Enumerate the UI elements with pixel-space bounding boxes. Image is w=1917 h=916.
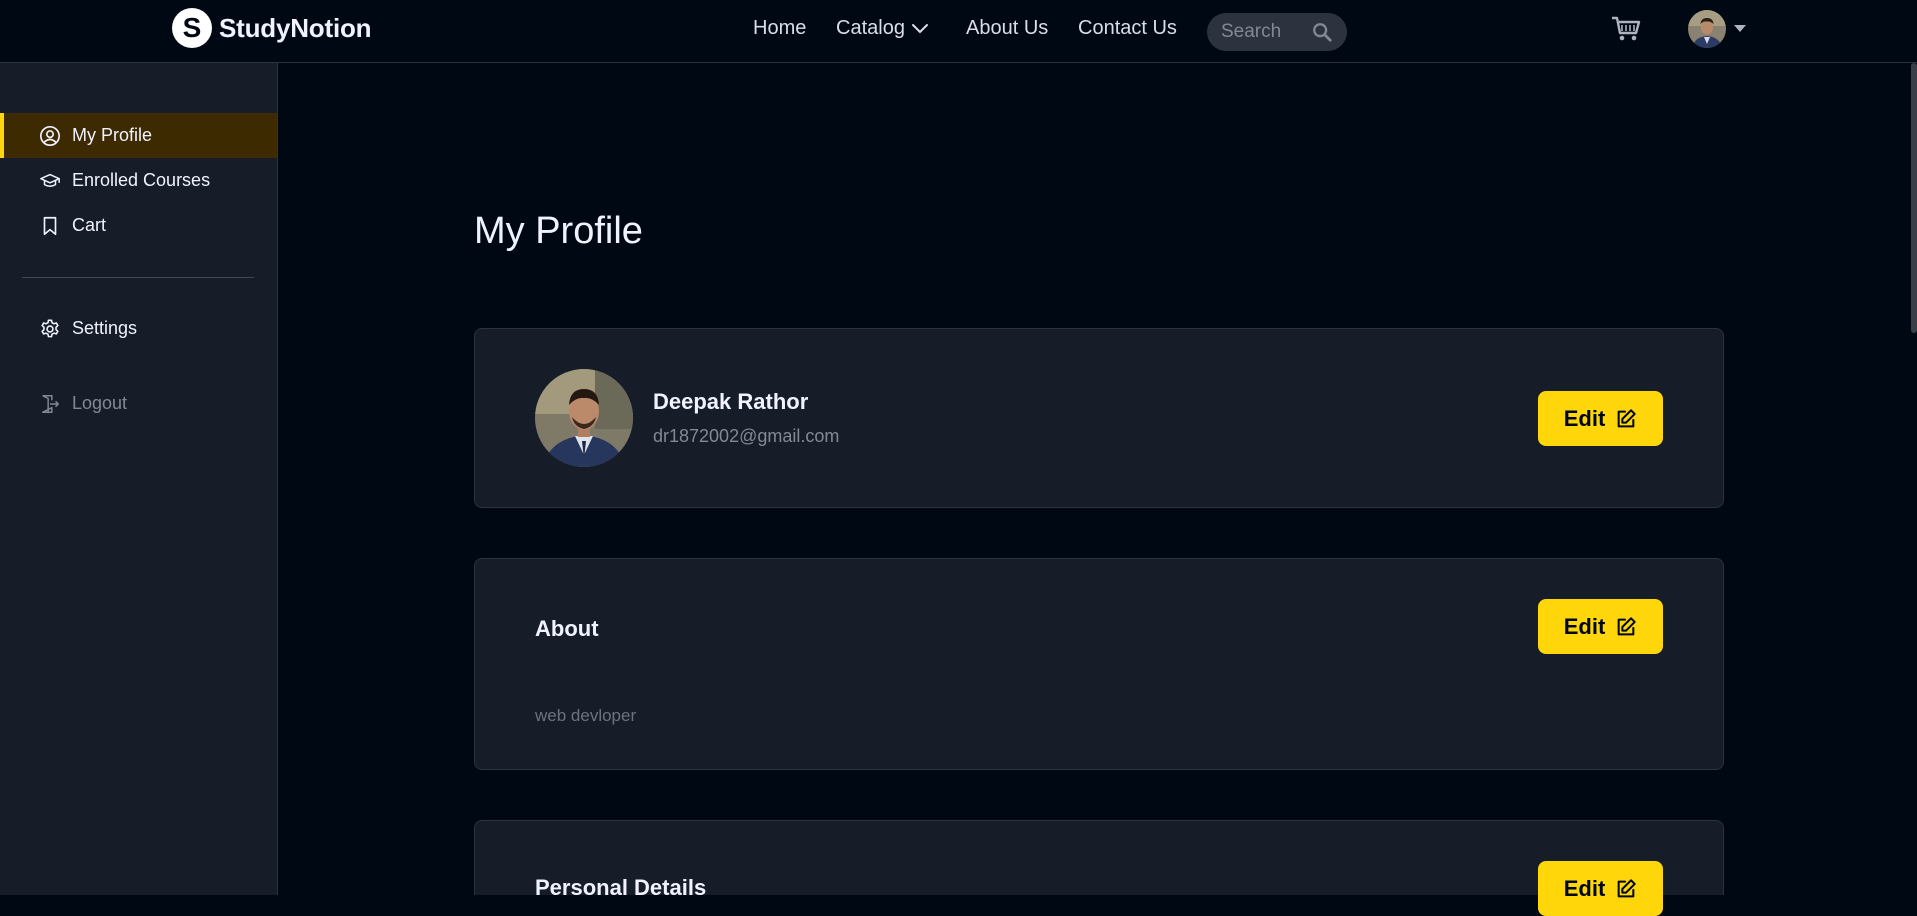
- search-input[interactable]: [1219, 20, 1305, 44]
- edit-about-button[interactable]: Edit: [1538, 599, 1663, 654]
- nav-link-catalog[interactable]: Catalog: [836, 17, 929, 40]
- edit-icon: [1617, 878, 1636, 897]
- sidebar-item-label: Logout: [72, 393, 128, 413]
- personal-details-card: Personal Details Edit: [474, 820, 1724, 916]
- user-email: dr1872002@gmail.com: [653, 426, 840, 446]
- about-title: About: [535, 616, 599, 641]
- nav-link-home[interactable]: Home: [753, 17, 806, 40]
- avatar: [535, 369, 633, 467]
- sidebar: My Profile Enrolled Courses Cart Setting…: [0, 63, 278, 895]
- edit-button-label: Edit: [1563, 875, 1606, 901]
- edit-button-label: Edit: [1563, 613, 1606, 639]
- edit-icon: [1617, 616, 1636, 635]
- logout-icon: [38, 392, 62, 416]
- edit-button-label: Edit: [1563, 405, 1606, 431]
- search-box: [1207, 13, 1347, 51]
- user-name: Deepak Rathor: [653, 389, 809, 414]
- sidebar-item-label: Enrolled Courses: [72, 170, 211, 190]
- avatar: [1688, 10, 1726, 48]
- bookmark-icon: [38, 214, 62, 238]
- profile-dropdown[interactable]: [1688, 10, 1746, 48]
- logo-mark-icon: S: [172, 8, 212, 48]
- user-circle-icon: [38, 124, 62, 148]
- sidebar-item-label: Settings: [72, 318, 138, 338]
- chevron-down-icon: [911, 23, 928, 33]
- personal-details-title: Personal Details: [535, 875, 707, 900]
- sidebar-item-label: Cart: [72, 215, 107, 235]
- sidebar-item-my-profile[interactable]: My Profile: [0, 113, 277, 158]
- top-navbar: S StudyNotion Home Catalog About Us Cont…: [0, 0, 1917, 63]
- sidebar-item-settings[interactable]: Settings: [0, 306, 277, 351]
- edit-icon: [1617, 408, 1636, 427]
- about-card: About Edit web devloper: [474, 558, 1724, 770]
- profile-card: Deepak Rathor dr1872002@gmail.com Edit: [474, 328, 1724, 508]
- brand-name: StudyNotion: [219, 12, 372, 43]
- gear-icon: [38, 317, 62, 341]
- search-icon[interactable]: [1311, 21, 1333, 43]
- sidebar-item-enrolled-courses[interactable]: Enrolled Courses: [0, 158, 277, 203]
- nav-link-contact[interactable]: Contact Us: [1078, 17, 1177, 40]
- scrollbar[interactable]: [1911, 63, 1917, 333]
- sidebar-item-label: My Profile: [72, 125, 153, 145]
- graduation-cap-icon: [38, 169, 62, 193]
- about-text: web devloper: [535, 706, 637, 725]
- edit-profile-button[interactable]: Edit: [1538, 391, 1663, 446]
- caret-down-icon: [1734, 25, 1746, 32]
- sidebar-item-logout[interactable]: Logout: [0, 381, 277, 426]
- page-title: My Profile: [474, 210, 643, 252]
- cart-icon[interactable]: [1611, 15, 1641, 43]
- brand-logo[interactable]: S StudyNotion: [172, 8, 372, 48]
- nav-link-catalog-label: Catalog: [836, 17, 905, 39]
- nav-link-about[interactable]: About Us: [966, 17, 1048, 40]
- sidebar-item-cart[interactable]: Cart: [0, 203, 277, 248]
- edit-personal-details-button[interactable]: Edit: [1538, 861, 1663, 916]
- sidebar-divider: [22, 277, 254, 278]
